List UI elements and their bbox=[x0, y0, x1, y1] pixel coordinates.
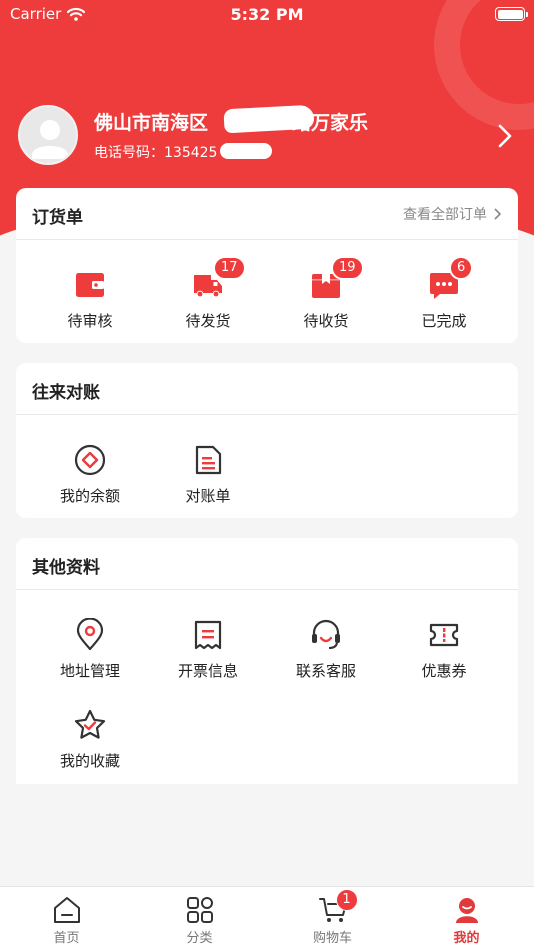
invoice-icon bbox=[191, 618, 225, 652]
chevron-right-icon bbox=[494, 208, 502, 220]
orders-card: 订货单 查看全部订单 待审核 17 待发货 19 待收货 6 已完成 bbox=[16, 188, 518, 343]
accounts-header: 往来对账 bbox=[16, 363, 518, 415]
order-status-completed[interactable]: 6 已完成 bbox=[385, 256, 503, 331]
category-icon bbox=[185, 895, 215, 925]
order-status-label: 待审核 bbox=[67, 312, 113, 330]
bottom-tab-bar: 首页 分类 1 购物车 我的 bbox=[0, 886, 534, 950]
entry-label: 开票信息 bbox=[177, 662, 238, 680]
cart-icon: 1 bbox=[318, 889, 358, 925]
tab-mine[interactable]: 我的 bbox=[400, 895, 533, 946]
headset-icon bbox=[309, 618, 343, 652]
entry-label: 我的收藏 bbox=[59, 752, 120, 770]
user-icon bbox=[452, 895, 482, 925]
entry-label: 地址管理 bbox=[59, 662, 120, 680]
entry-label: 对账单 bbox=[185, 487, 231, 505]
customer-service-entry[interactable]: 联系客服 bbox=[267, 618, 385, 681]
cart-count-badge: 1 bbox=[335, 889, 358, 911]
order-status-awaiting-shipment[interactable]: 17 待发货 bbox=[149, 256, 267, 331]
order-status-pending-review[interactable]: 待审核 bbox=[31, 268, 149, 331]
entry-label: 优惠券 bbox=[421, 662, 467, 680]
entry-label: 我的余额 bbox=[59, 487, 120, 505]
redaction-mark bbox=[220, 143, 272, 159]
order-status-label: 待发货 bbox=[185, 312, 231, 330]
coupon-icon bbox=[427, 618, 461, 652]
location-icon bbox=[73, 617, 107, 652]
other-info-card: 其他资料 地址管理 开票信息 联系客服 优惠券 我的收藏 bbox=[16, 538, 518, 784]
order-status-label: 待收货 bbox=[303, 312, 349, 330]
accounts-title: 往来对账 bbox=[32, 383, 100, 403]
chevron-right-icon[interactable] bbox=[492, 121, 518, 151]
statement-entry[interactable]: 对账单 bbox=[149, 443, 267, 506]
entry-label: 联系客服 bbox=[295, 662, 356, 680]
balance-icon bbox=[73, 443, 107, 477]
count-badge: 6 bbox=[449, 256, 474, 280]
phone-label: 电话号码： bbox=[94, 145, 164, 161]
my-favorites-entry[interactable]: 我的收藏 bbox=[31, 708, 149, 771]
accounts-card: 往来对账 我的余额 对账单 bbox=[16, 363, 518, 518]
redaction-mark bbox=[223, 104, 315, 134]
tab-label: 我的 bbox=[453, 931, 480, 946]
default-avatar-icon bbox=[32, 120, 68, 159]
tab-label: 首页 bbox=[53, 931, 80, 946]
phone-number: 电话号码：135425 bbox=[94, 142, 217, 162]
view-all-label: 查看全部订单 bbox=[403, 207, 487, 223]
chat-dots-icon: 6 bbox=[427, 256, 474, 302]
statement-icon bbox=[191, 443, 225, 477]
clock: 5:32 PM bbox=[230, 5, 304, 24]
package-icon: 19 bbox=[309, 256, 364, 302]
truck-icon: 17 bbox=[191, 256, 246, 302]
other-info-header: 其他资料 bbox=[16, 538, 518, 590]
invoice-info-entry[interactable]: 开票信息 bbox=[149, 618, 267, 681]
tab-label: 分类 bbox=[186, 931, 213, 946]
orders-header: 订货单 查看全部订单 bbox=[16, 188, 518, 240]
status-bar: Carrier 5:32 PM bbox=[0, 0, 534, 28]
tab-label: 购物车 bbox=[312, 931, 352, 946]
order-status-awaiting-receipt[interactable]: 19 待收货 bbox=[267, 256, 385, 331]
wallet-icon bbox=[73, 268, 107, 302]
avatar[interactable] bbox=[18, 105, 78, 165]
tab-category[interactable]: 分类 bbox=[133, 895, 266, 946]
order-status-label: 已完成 bbox=[421, 312, 467, 330]
view-all-orders-link[interactable]: 查看全部订单 bbox=[403, 204, 502, 224]
my-balance-entry[interactable]: 我的余额 bbox=[31, 443, 149, 506]
address-management-entry[interactable]: 地址管理 bbox=[31, 617, 149, 681]
count-badge: 17 bbox=[213, 256, 246, 280]
other-info-title: 其他资料 bbox=[32, 558, 100, 578]
tab-cart[interactable]: 1 购物车 bbox=[266, 889, 399, 946]
count-badge: 19 bbox=[331, 256, 364, 280]
user-profile[interactable]: 佛山市南海区 路万家乐 电话号码：135425 bbox=[18, 104, 518, 165]
orders-title: 订货单 bbox=[32, 208, 83, 228]
battery-icon bbox=[495, 7, 528, 21]
coupon-entry[interactable]: 优惠券 bbox=[385, 618, 503, 681]
home-icon bbox=[52, 895, 82, 925]
star-icon bbox=[73, 708, 107, 742]
tab-home[interactable]: 首页 bbox=[0, 895, 133, 946]
store-name-prefix: 佛山市南海区 bbox=[94, 112, 209, 134]
phone-value: 135425 bbox=[164, 145, 218, 161]
